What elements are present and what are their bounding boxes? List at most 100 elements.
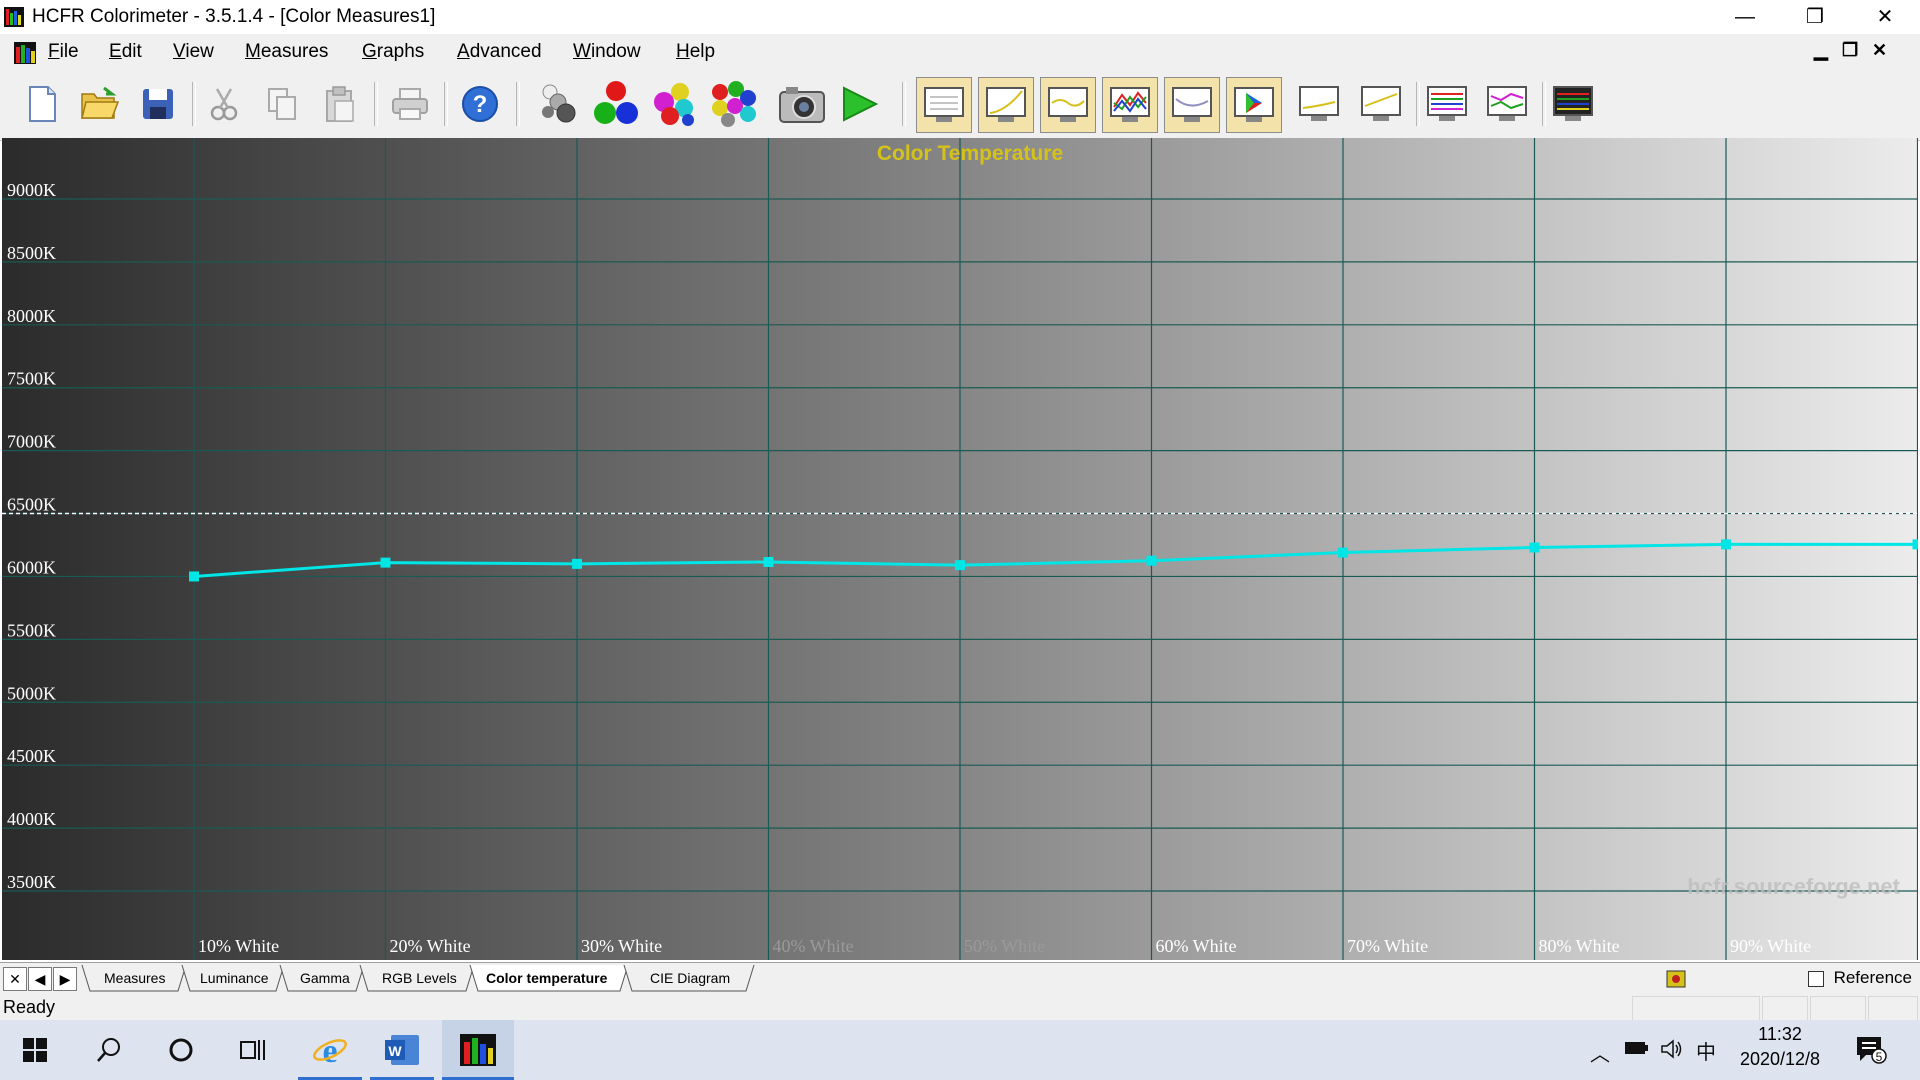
monitor-view-icon[interactable] <box>1546 77 1600 131</box>
cie-diagram-icon[interactable] <box>1226 77 1282 133</box>
reference-marker-icon[interactable] <box>1664 968 1688 995</box>
camera-icon[interactable] <box>778 80 826 128</box>
volume-icon[interactable] <box>1660 1038 1684 1066</box>
mdi-restore-button[interactable]: ❐ <box>1842 40 1858 61</box>
tab-gamma[interactable]: Gamma <box>300 970 350 986</box>
windows-taskbar: e W ︿ 中 11:32 2020/12/8 5 <box>0 1020 1920 1080</box>
clock-date: 2020/12/8 <box>1739 1049 1821 1069</box>
x-tick-label: 70% White <box>1347 936 1428 956</box>
help-icon[interactable]: ? <box>456 80 504 128</box>
mdi-minimize-button[interactable]: ▁ <box>1814 40 1828 61</box>
menu-file[interactable]: File <box>48 41 79 63</box>
data-point <box>380 557 391 568</box>
saturation-graph-icon[interactable] <box>1420 77 1474 131</box>
cut-icon[interactable] <box>200 80 248 128</box>
run-icon[interactable] <box>836 80 884 128</box>
minimize-button[interactable]: — <box>1710 0 1780 34</box>
tab-color-temperature[interactable]: Color temperature <box>486 970 607 986</box>
grayscale-measure-icon[interactable] <box>534 80 582 128</box>
y-tick-label: 4500K <box>7 746 56 766</box>
restore-button[interactable]: ❐ <box>1780 0 1850 34</box>
y-tick-label: 6000K <box>7 557 56 577</box>
data-point <box>1146 555 1157 566</box>
close-view-button[interactable]: ✕ <box>3 967 27 991</box>
menu-view[interactable]: View <box>173 41 214 63</box>
windows-logo-icon <box>23 1038 47 1062</box>
x-tick-label: 80% White <box>1539 936 1620 956</box>
search-button[interactable] <box>78 1020 140 1080</box>
near-black-graph-icon[interactable] <box>1292 77 1346 131</box>
toolbar: ? <box>0 70 1920 141</box>
gamma-graph-icon[interactable] <box>1040 77 1096 133</box>
hcfr-taskbar-icon <box>460 1034 496 1066</box>
start-button[interactable] <box>4 1020 66 1080</box>
toolbar-separator <box>902 82 906 126</box>
taskbar-word[interactable]: W <box>370 1020 434 1080</box>
task-view-button[interactable] <box>222 1020 284 1080</box>
mdi-close-button[interactable]: ✕ <box>1872 40 1887 61</box>
rgb-levels-graph-icon[interactable] <box>1102 77 1158 133</box>
y-tick-label: 3500K <box>7 872 56 892</box>
luminance-graph-icon[interactable] <box>978 77 1034 133</box>
data-point <box>1721 539 1731 550</box>
ime-indicator[interactable]: 中 <box>1696 1036 1716 1065</box>
menu-advanced[interactable]: Advanced <box>457 41 542 63</box>
y-tick-label: 4000K <box>7 809 56 829</box>
color-temperature-graph-icon[interactable] <box>1164 77 1220 133</box>
taskbar-hcfr[interactable] <box>442 1020 514 1080</box>
toolbar-separator <box>444 82 448 126</box>
new-document-icon[interactable] <box>18 80 66 128</box>
x-tick-label: 40% White <box>773 936 854 956</box>
x-tick-label: 20% White <box>390 936 471 956</box>
tab-luminance[interactable]: Luminance <box>200 970 269 986</box>
print-icon[interactable] <box>386 80 434 128</box>
status-pane <box>1868 996 1918 1021</box>
svg-text:W: W <box>388 1043 402 1059</box>
y-tick-label: 8500K <box>7 243 56 263</box>
x-axis-labels: 10% White 20% White 30% White 40% White 50% … <box>198 936 1811 956</box>
measures-view-icon[interactable] <box>916 77 972 133</box>
clock[interactable]: 11:32 2020/12/8 <box>1734 1024 1826 1070</box>
data-point <box>572 558 582 569</box>
menu-measures[interactable]: Measures <box>245 41 328 63</box>
tab-scroll-right-button[interactable]: ▶ <box>53 967 77 991</box>
reference-checkbox-box[interactable] <box>1807 970 1824 987</box>
paste-icon[interactable] <box>316 80 364 128</box>
show-hidden-icons-chevron-icon[interactable]: ︿ <box>1590 1038 1610 1067</box>
y-tick-label: 7000K <box>7 432 56 452</box>
data-point <box>189 571 199 582</box>
y-tick-label: 8000K <box>7 306 56 326</box>
hcfr-app-icon[interactable] <box>4 7 24 27</box>
copy-icon[interactable] <box>258 80 306 128</box>
menu-edit[interactable]: Edit <box>109 41 142 63</box>
menu-graphs[interactable]: Graphs <box>362 41 424 63</box>
tab-scroll-left-button[interactable]: ◀ <box>28 967 52 991</box>
taskbar-internet-explorer[interactable]: e <box>298 1020 362 1080</box>
close-button[interactable]: ✕ <box>1850 0 1920 34</box>
status-pane <box>1810 996 1866 1021</box>
menu-window[interactable]: Window <box>573 41 641 63</box>
cortana-button[interactable] <box>150 1020 212 1080</box>
document-icon[interactable] <box>14 42 36 64</box>
all-colors-measure-icon[interactable] <box>708 80 756 128</box>
near-white-graph-icon[interactable] <box>1354 77 1408 131</box>
y-tick-label: 7500K <box>7 369 56 389</box>
reference-checkbox[interactable]: Reference <box>1807 968 1912 988</box>
y-tick-label: 6500K <box>7 495 56 515</box>
open-folder-icon[interactable] <box>76 80 124 128</box>
save-icon[interactable] <box>134 80 182 128</box>
battery-icon[interactable] <box>1624 1039 1650 1063</box>
saturation-shift-graph-icon[interactable] <box>1480 77 1534 131</box>
data-point <box>955 560 965 571</box>
tab-measures[interactable]: Measures <box>104 970 165 986</box>
internet-explorer-icon: e <box>313 1033 347 1068</box>
color-temperature-chart[interactable]: 3500K 4000K 4500K 5000K 5500K 6000K 6500K 7000K… <box>2 138 1918 960</box>
tab-rgb-levels[interactable]: RGB Levels <box>382 970 457 986</box>
secondaries-measure-icon[interactable] <box>650 80 698 128</box>
primaries-measure-icon[interactable] <box>592 80 640 128</box>
status-text: Ready <box>3 997 56 1017</box>
y-tick-label: 5000K <box>7 683 56 703</box>
notification-center-icon[interactable]: 5 <box>1854 1034 1888 1070</box>
menu-help[interactable]: Help <box>676 41 715 63</box>
tab-cie-diagram[interactable]: CIE Diagram <box>650 970 730 986</box>
